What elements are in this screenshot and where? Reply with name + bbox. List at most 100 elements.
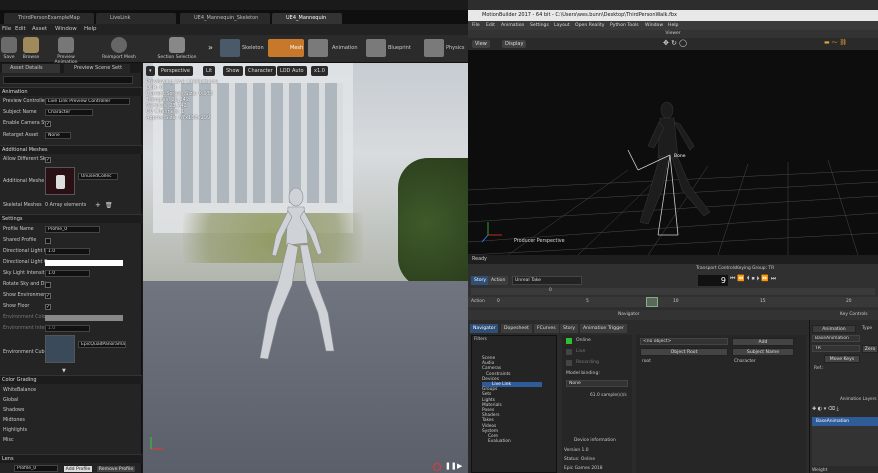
recording-checkbox[interactable] — [566, 360, 572, 366]
menu-edit[interactable]: Edit — [15, 26, 26, 32]
allow-different-checkbox[interactable]: ✓ — [45, 157, 51, 163]
tree-item[interactable]: Evaluation — [482, 439, 542, 444]
mb-menu-help[interactable]: Help — [668, 21, 678, 30]
zero-button[interactable]: Zero — [862, 345, 878, 353]
retarget-asset-select[interactable]: None — [45, 132, 71, 139]
environment-cube-thumbnail[interactable] — [45, 335, 75, 363]
record-icon[interactable] — [433, 463, 441, 471]
tab-livelink[interactable]: LiveLink — [96, 13, 176, 24]
mb-menu-animation[interactable]: Animation — [501, 21, 524, 30]
viewer-options-icon[interactable]: ▬ ⁓ ⛓ — [824, 39, 847, 46]
mesh-thumbnail[interactable] — [45, 167, 75, 195]
mb-menu-file[interactable]: File — [472, 21, 480, 30]
enable-camera-checkbox[interactable]: ✓ — [45, 121, 51, 127]
color-grading-midtones[interactable]: Midtones — [0, 416, 140, 425]
base-animation-select[interactable]: BaseAnimation — [812, 335, 860, 342]
section-color-grading[interactable]: Color Grading — [0, 375, 142, 384]
mb-menu-python-tools[interactable]: Python Tools — [610, 21, 639, 30]
transform-tools-icon[interactable]: ✥ ↻ ◯ — [663, 39, 687, 47]
tab-preview-scene[interactable]: Preview Scene Sett — [64, 64, 130, 73]
shared-profile-checkbox[interactable] — [45, 238, 51, 244]
rotate-sky-checkbox[interactable] — [45, 282, 51, 288]
story-tab[interactable]: Story — [471, 276, 490, 285]
menu-help[interactable]: Help — [84, 26, 97, 32]
lens-profile-select[interactable]: Profile_0 — [14, 465, 58, 472]
tab-mannequin-skeleton[interactable]: UE4_Mannequin_Skeleton — [180, 13, 270, 24]
browse-button[interactable]: Browse — [16, 37, 46, 60]
color-grading-highlights[interactable]: Highlights — [0, 426, 140, 435]
color-grading-global[interactable]: Global — [0, 396, 140, 405]
unreal-viewport[interactable]: ▾ Perspective Lit Show Character LOD Aut… — [143, 63, 468, 473]
viewport-options-button[interactable]: ▾ — [146, 66, 155, 76]
tab-mannequin[interactable]: UE4_Mannequin — [272, 13, 342, 24]
section-animation[interactable]: Animation — [0, 87, 142, 96]
additional-mesh-select[interactable]: UnusedCollec — [78, 173, 118, 180]
section-selection-button[interactable]: Section Selection — [156, 37, 198, 60]
profile-name-input[interactable]: Profile_0 — [45, 226, 100, 233]
mb-menu-layout[interactable]: Layout — [554, 21, 570, 30]
preview-animation-button[interactable]: Preview Animation — [46, 37, 86, 65]
show-floor-checkbox[interactable]: ✓ — [45, 304, 51, 310]
menu-asset[interactable]: Asset — [32, 26, 47, 32]
directional-light-input[interactable]: 1.0 — [45, 248, 90, 255]
fcurves-tab[interactable]: FCurves — [534, 324, 559, 333]
subject-name-value[interactable]: Character — [734, 359, 756, 364]
preview-controller-select[interactable]: Live Link Preview Controller — [45, 98, 130, 105]
reimport-mesh-button[interactable]: Reimport Mesh — [98, 37, 140, 60]
environment-cube-select[interactable]: EpicQuadPanorama — [78, 341, 126, 348]
filters-label[interactable]: Filters — [474, 337, 487, 342]
add-icon[interactable]: + — [95, 201, 101, 209]
mode-animation[interactable]: Animation — [308, 39, 366, 57]
mode-physics[interactable]: Physics — [424, 39, 468, 57]
mb-menu-settings[interactable]: Settings — [530, 21, 549, 30]
mode-mesh[interactable]: Mesh — [268, 39, 306, 57]
section-settings[interactable]: Settings — [0, 214, 142, 223]
section-lens[interactable]: Lens — [0, 454, 142, 463]
frame-counter[interactable]: 9 — [698, 275, 728, 286]
perspective-button[interactable]: Perspective — [158, 66, 193, 76]
environment-intensity-input[interactable]: 1.0 — [45, 325, 90, 332]
mb-viewport[interactable]: Bone Producer Perspective — [468, 50, 878, 255]
view-button[interactable]: View — [472, 40, 490, 48]
details-search-input[interactable] — [3, 76, 133, 84]
show-button[interactable]: Show — [223, 66, 243, 76]
story-nav-tab[interactable]: Story — [560, 324, 579, 333]
subject-name-input[interactable]: Character — [45, 109, 93, 116]
chevron-down-icon[interactable]: ▼ — [62, 368, 66, 374]
object-root-value[interactable]: root — [642, 359, 651, 364]
action-tab[interactable]: Action — [488, 276, 509, 285]
tab-asset-details[interactable]: Asset Details — [2, 64, 60, 73]
show-environment-checkbox[interactable]: ✓ — [45, 293, 51, 299]
remove-profile-button[interactable]: Remove Profile — [96, 465, 136, 473]
live-checkbox[interactable] — [566, 349, 572, 355]
online-label[interactable]: Online — [576, 338, 591, 343]
playhead[interactable] — [646, 297, 658, 307]
mb-menu-edit[interactable]: Edit — [486, 21, 495, 30]
trash-icon[interactable]: 🗑 — [105, 202, 113, 209]
lod-button[interactable]: LOD Auto — [277, 66, 307, 76]
keying-group-select[interactable]: TR — [812, 345, 860, 352]
display-button[interactable]: Display — [502, 40, 527, 48]
mode-blueprint[interactable]: Blueprint — [366, 39, 422, 57]
mb-menu-open-reality[interactable]: Open Reality — [575, 21, 604, 30]
layer-tools-icon[interactable]: ✚ ◐ ▾ ⌫ ⤓ — [812, 406, 839, 412]
environment-color-swatch[interactable] — [45, 315, 123, 321]
color-grading-whitebalance[interactable]: WhiteBalance — [0, 386, 140, 395]
story-ruler[interactable]: 0 — [471, 288, 875, 295]
base-animation-layer[interactable]: BaseAnimation — [812, 417, 878, 426]
tab-thirdperson-map[interactable]: ThirdPersonExampleMap — [4, 13, 94, 24]
pause-icon[interactable]: ❚❚ — [445, 462, 457, 470]
lit-button[interactable]: Lit — [203, 66, 216, 76]
action-ruler[interactable]: Action 0 5 10 15 20 — [468, 297, 878, 307]
add-profile-button[interactable]: Add Profile — [63, 465, 93, 473]
playback-speed-button[interactable]: x1.0 — [311, 66, 328, 76]
directional-light-color-swatch[interactable] — [45, 260, 123, 266]
object-select[interactable]: <no object> — [640, 338, 728, 345]
add-subject-button[interactable]: Add — [732, 338, 794, 346]
mb-menu-window[interactable]: Window — [645, 21, 663, 30]
dopesheet-tab[interactable]: Dopesheet — [501, 324, 532, 333]
menu-file[interactable]: File — [2, 26, 11, 32]
navigator-tab[interactable]: Navigator — [470, 324, 499, 333]
character-button[interactable]: Character — [245, 66, 276, 76]
play-icon[interactable]: ▶ — [457, 462, 462, 470]
